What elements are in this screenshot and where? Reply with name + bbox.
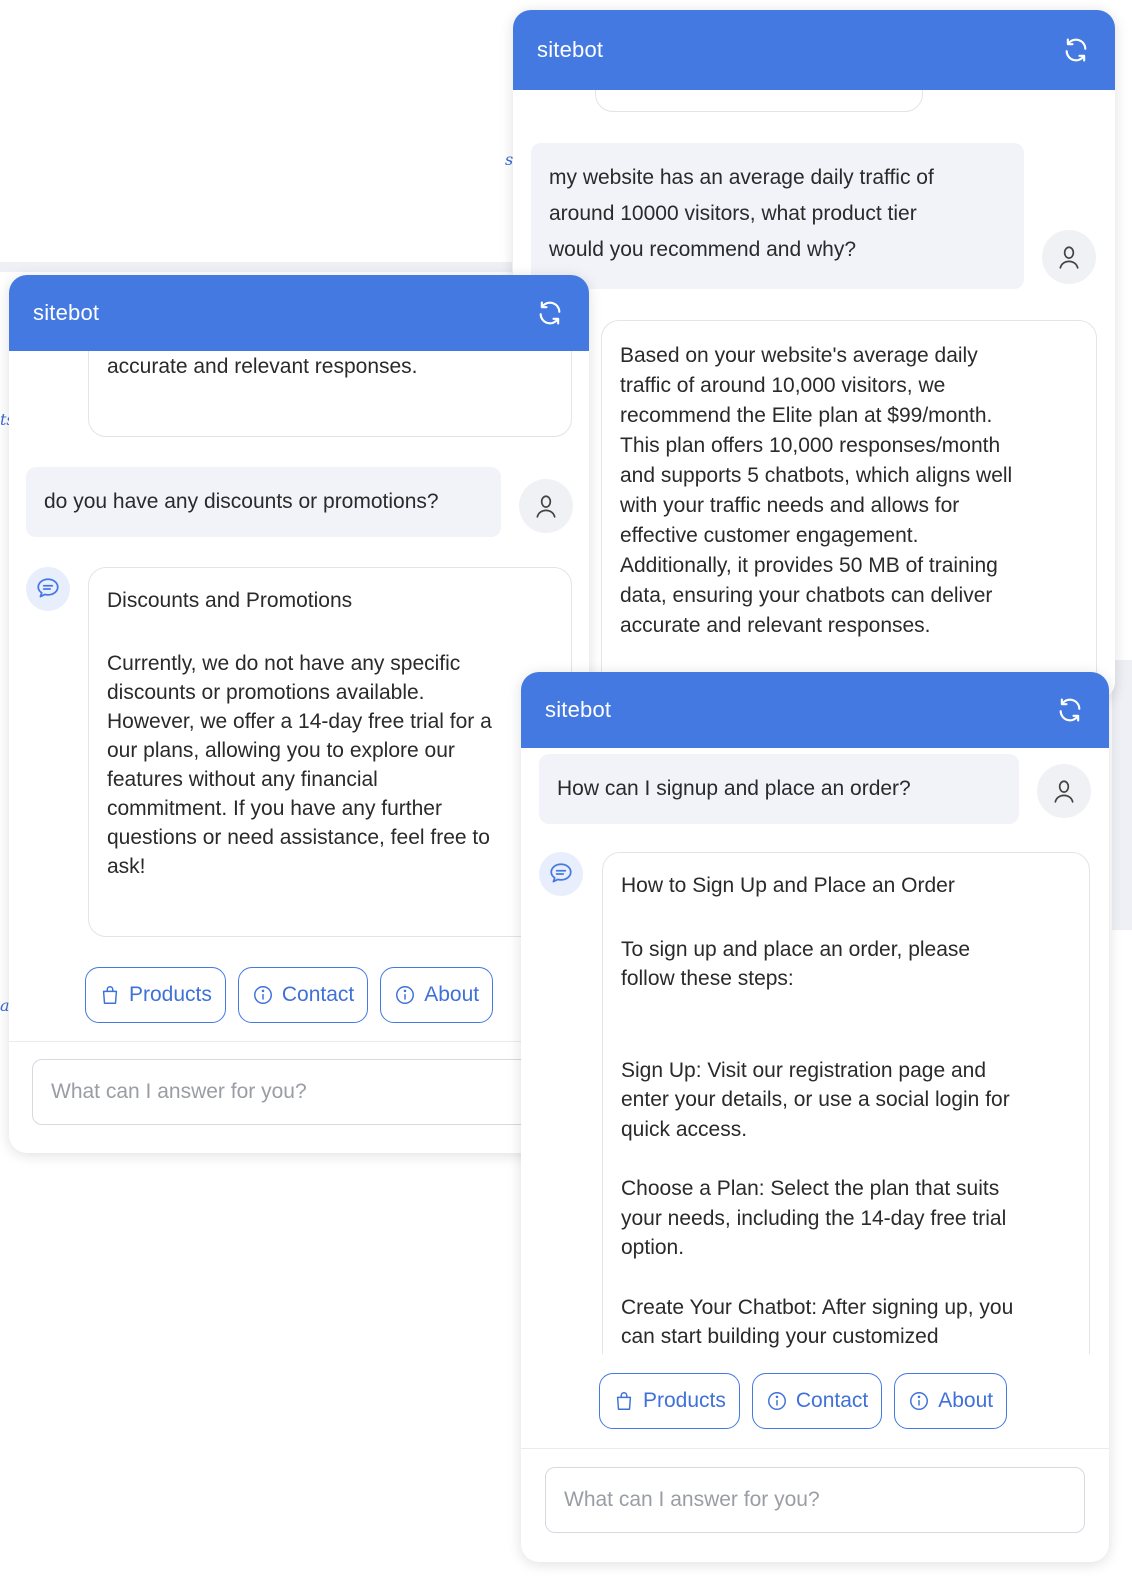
message-line: Additionally, it provides 50 MB of train…	[620, 554, 998, 577]
message-line: with your traffic needs and allows for	[620, 494, 960, 517]
message-line: recommend the Elite plan at $99/month.	[620, 404, 993, 427]
step-line: your needs, including the 14-day free tr…	[621, 1206, 1007, 1230]
message-line: data, ensuring your chatbots can deliver	[620, 584, 993, 607]
user-avatar	[1037, 764, 1091, 818]
info-icon	[910, 1392, 929, 1410]
message-line: This plan offers 10,000 responses/month	[620, 434, 1001, 457]
user-message-bubble: do you have any discounts or promotions?	[26, 467, 501, 537]
message-line: follow these steps:	[621, 967, 794, 990]
chat-header: sitebot	[521, 672, 1109, 748]
user-icon	[1054, 780, 1074, 803]
background-page-strip	[1112, 660, 1132, 930]
quick-replies: Products Contact About	[599, 1373, 1008, 1429]
bot-avatar	[26, 567, 70, 611]
step-line: Create Your Chatbot: After signing up, y…	[621, 1295, 1014, 1319]
chat-input[interactable]	[545, 1467, 1085, 1533]
info-icon	[253, 986, 272, 1004]
chat-title: sitebot	[537, 37, 604, 62]
bot-message-bubble: Based on your website's average daily tr…	[601, 320, 1097, 700]
chat-bubble-icon	[550, 863, 572, 883]
about-button[interactable]: About	[380, 967, 494, 1023]
user-avatar	[1042, 230, 1096, 284]
quick-replies: Products Contact About	[85, 967, 494, 1023]
contact-button[interactable]: Contact	[751, 1373, 883, 1429]
message-line: However, we offer a 14-day free trial fo…	[107, 710, 492, 733]
previous-bot-bubble-tail	[595, 90, 923, 112]
user-message-bubble: my website has an average daily traffic …	[531, 143, 1024, 289]
user-icon	[1059, 246, 1079, 269]
button-label: Contact	[795, 1389, 869, 1412]
chat-messages: accurate and relevant responses. do you …	[9, 351, 589, 1041]
user-avatar	[519, 479, 573, 533]
message-line: ask!	[107, 855, 146, 878]
bot-message-bubble: How to Sign Up and Place an Order To sig…	[602, 852, 1090, 1354]
button-label: About	[424, 983, 480, 1006]
message-line: traffic of around 10,000 visitors, we	[620, 374, 946, 397]
refresh-icon[interactable]	[1055, 695, 1085, 725]
chat-header: sitebot	[513, 10, 1115, 90]
chat-title: sitebot	[545, 697, 612, 722]
message-line: To sign up and place an order, please	[621, 937, 971, 961]
chat-messages: my website has an average daily traffic …	[513, 90, 1115, 700]
message-line: features without any financial	[107, 768, 378, 791]
message-line: accurate and relevant responses.	[620, 614, 931, 637]
message-line: my website has an average daily traffic …	[549, 166, 934, 189]
background-page-mark: s	[505, 150, 514, 169]
chat-bubble-icon	[37, 578, 59, 598]
input-divider	[521, 1448, 1109, 1449]
shopping-bag-icon	[102, 986, 118, 1004]
info-icon	[396, 986, 415, 1004]
chat-window-bottom-right: sitebot How can I signup and place an or…	[521, 672, 1109, 1562]
about-button[interactable]: About	[894, 1373, 1008, 1429]
contact-button[interactable]: Contact	[237, 967, 369, 1023]
message-text: do you have any discounts or promotions?	[44, 490, 439, 513]
button-label: Products	[643, 1389, 726, 1412]
chat-title: sitebot	[33, 300, 100, 325]
user-message-bubble: How can I signup and place an order?	[539, 754, 1019, 824]
step-line: Sign Up: Visit our registration page and	[621, 1058, 986, 1082]
chat-input[interactable]	[32, 1059, 589, 1125]
message-line: accurate and relevant responses.	[107, 355, 418, 378]
products-button[interactable]: Products	[85, 967, 226, 1023]
message-heading: Discounts and Promotions	[107, 589, 353, 612]
step-line: option.	[621, 1236, 685, 1259]
refresh-icon[interactable]	[535, 298, 565, 328]
background-page-strip	[0, 262, 512, 272]
message-line: and supports 5 chatbots, which aligns we…	[620, 464, 1013, 487]
chat-window-left: sitebot accurate and relevant responses.…	[9, 275, 589, 1153]
button-label: About	[938, 1389, 994, 1412]
bot-message-bubble: Discounts and Promotions Currently, we d…	[88, 567, 572, 937]
message-line: discounts or promotions available.	[107, 681, 425, 704]
chat-messages: How can I signup and place an order? How…	[521, 748, 1109, 1354]
products-button[interactable]: Products	[599, 1373, 740, 1429]
bot-avatar	[539, 852, 583, 896]
message-line: Based on your website's average daily	[620, 344, 978, 367]
chat-window-top-right: sitebot my website has an average daily …	[513, 10, 1115, 700]
message-heading: How to Sign Up and Place an Order	[621, 874, 955, 897]
step-line: Choose a Plan: Select the plan that suit…	[621, 1177, 1000, 1200]
step-line: enter your details, or use a social logi…	[621, 1088, 1010, 1111]
message-line: our plans, allowing you to explore our	[107, 739, 455, 762]
shopping-bag-icon	[616, 1392, 632, 1410]
button-label: Contact	[281, 983, 355, 1006]
message-line: would you recommend and why?	[549, 238, 857, 261]
message-line: around 10000 visitors, what product tier	[549, 202, 917, 225]
refresh-icon[interactable]	[1061, 35, 1091, 65]
message-line: effective customer engagement.	[620, 524, 919, 547]
step-line: quick access.	[621, 1117, 748, 1141]
user-icon	[536, 495, 556, 518]
previous-bot-bubble: accurate and relevant responses.	[88, 351, 572, 437]
message-text: How can I signup and place an order?	[557, 777, 911, 800]
input-divider	[9, 1041, 589, 1042]
step-line: can start building your customized	[621, 1325, 939, 1348]
message-line: commitment. If you have any further	[107, 797, 442, 820]
info-icon	[767, 1392, 786, 1410]
message-line: questions or need assistance, feel free …	[107, 826, 490, 849]
button-label: Products	[129, 983, 212, 1006]
message-line: Currently, we do not have any specific	[107, 652, 461, 675]
chat-header: sitebot	[9, 275, 589, 351]
